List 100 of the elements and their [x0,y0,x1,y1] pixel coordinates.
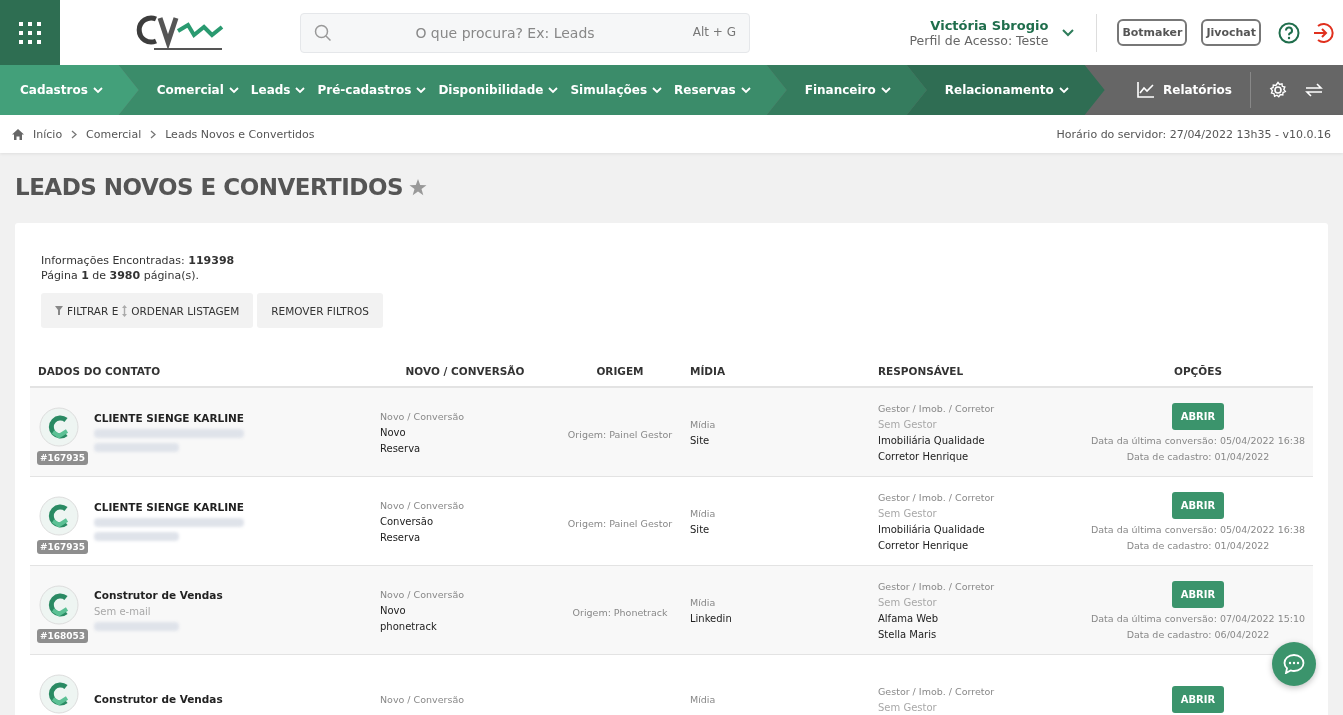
menu-item[interactable]: Disponibilidade [438,83,559,97]
cell-label: Novo / Conversão [380,499,465,511]
column-header: RESPONSÁVEL [878,365,965,377]
cell-label: Novo / Conversão [380,693,465,705]
chevron-down-icon [652,86,663,94]
chevron-down-icon [92,86,103,94]
logout-icon[interactable] [1312,21,1334,44]
last-conversion-date: Data da última conversão: 05/04/2022 16:38 [1090,523,1306,535]
lead-origin: Origem: Painel Gestor [567,428,673,440]
cell-label: Mídia [690,418,717,430]
menu-item[interactable]: Cadastros [20,83,103,97]
chevron-down-icon [740,86,751,94]
agency-name: Imobiliária Qualidade [878,434,986,446]
chat-tool-button[interactable]: Jivochat [1201,19,1261,46]
cell-label: Mídia [690,693,717,705]
chevron-down-icon [548,86,559,94]
lead-id-badge: #168053 [37,629,89,643]
lead-stage: phonetrack [380,620,438,632]
help-icon[interactable] [1278,21,1300,44]
contact-name: Construtor de Vendas [94,693,223,705]
manager-name: Sem Gestor [878,418,938,430]
contact-email: Sem e-mail [94,606,152,617]
lead-type: Novo [380,604,407,616]
open-button[interactable]: ABRIR [1171,402,1225,430]
agency-name: Alfama Web [878,612,940,624]
contact-name: Construtor de Vendas [94,589,223,601]
column-header: MÍDIA [689,365,727,377]
lead-id-badge: #167935 [37,451,89,465]
menu-item[interactable]: Reservas [674,83,751,97]
lead-type: Novo [380,426,407,438]
chevron-down-icon [880,86,891,94]
logo-icon [134,12,226,53]
open-button[interactable]: ABRIR [1171,685,1225,713]
breadcrumb-link[interactable]: Leads Novos e Convertidos [165,127,315,141]
cell-label: Mídia [690,507,717,519]
reports-link[interactable]: Relatórios [1137,82,1232,98]
menu-item[interactable]: Leads [250,83,306,97]
lead-type: Conversão [380,515,435,527]
chevron-right-icon [71,129,78,139]
avatar-icon [39,407,79,447]
cell-label: Gestor / Imob. / Corretor [878,685,996,697]
chat-tool-button[interactable]: Botmaker [1117,19,1188,46]
user-name: Victória Sbrogio [930,17,1049,33]
breadcrumb-link[interactable]: Comercial [86,127,142,141]
shortcut-hint: Alt + G [692,24,736,39]
home-icon [12,128,24,140]
grid-icon [18,20,42,45]
manager-name: Sem Gestor [878,596,938,608]
column-header: ORIGEM [595,365,645,377]
server-time: Horário do servidor: 27/04/2022 13h35 - v10.0.16 [1056,127,1331,141]
menu-item[interactable]: Relacionamento [944,83,1069,97]
created-date: Data de cadastro: 01/04/2022 [1126,539,1270,551]
avatar-icon [39,585,79,625]
last-conversion-date: Data da última conversão: 05/04/2022 16:38 [1090,434,1306,446]
chat-bubble-icon [1283,654,1305,674]
cell-label: Gestor / Imob. / Corretor [878,402,996,414]
breadcrumb-link[interactable]: Início [33,127,63,141]
agency-name: Imobiliária Qualidade [878,523,986,535]
chevron-down-icon [1058,86,1069,94]
page-title: LEADS NOVOS E CONVERTIDOS [15,174,404,200]
menu-item[interactable]: Comercial [156,83,239,97]
filter-sort-button[interactable]: FILTRAR E ORDENAR LISTAGEM [41,293,254,328]
created-date: Data de cadastro: 01/04/2022 [1126,450,1270,462]
menu-item[interactable]: Pré-cadastros [317,83,427,97]
avatar-icon [39,674,79,714]
chevron-right-icon [150,129,157,139]
swap-icon[interactable] [1305,83,1323,97]
menu-item[interactable]: Simulações [570,83,663,97]
star-icon[interactable] [409,178,428,196]
broker-name: Stella Maris [878,628,938,640]
cell-label: Gestor / Imob. / Corretor [878,580,996,592]
open-button[interactable]: ABRIR [1171,580,1225,608]
apps-menu-button[interactable] [0,0,60,65]
lead-media: Site [690,523,711,535]
broker-name: Corretor Henrique [878,539,970,551]
column-header: OPÇÕES [1173,365,1223,377]
settings-icon[interactable] [1269,81,1287,99]
menu-item[interactable]: Financeiro [804,83,891,97]
lead-media: Linkedin [690,612,733,624]
cell-label: Gestor / Imob. / Corretor [878,491,996,503]
contact-name: CLIENTE SIENGE KARLINE [94,501,245,513]
created-date: Data de cadastro: 06/04/2022 [1126,628,1270,640]
chevron-down-icon[interactable] [1062,28,1075,37]
cell-label: Mídia [690,596,717,608]
lead-media: Site [690,434,711,446]
filter-icon [55,306,63,315]
results-count: Informações Encontradas: 119398 [41,253,236,268]
chevron-down-icon [295,86,306,94]
open-button[interactable]: ABRIR [1171,491,1225,519]
remove-filters-button[interactable]: REMOVER FILTROS [257,293,383,328]
chevron-down-icon [228,86,239,94]
lead-stage: Reserva [380,442,422,454]
line-chart-icon [1137,82,1155,98]
sort-icon [122,304,128,317]
manager-name: Sem Gestor [878,507,938,519]
broker-name: Corretor Henrique [878,450,970,462]
page-count: Página 1 de 3980 página(s). [41,268,200,283]
contact-name: CLIENTE SIENGE KARLINE [94,412,245,424]
lead-origin: Origem: Phonetrack [572,606,668,618]
last-conversion-date: Data da última conversão: 07/04/2022 15:10 [1090,612,1306,624]
